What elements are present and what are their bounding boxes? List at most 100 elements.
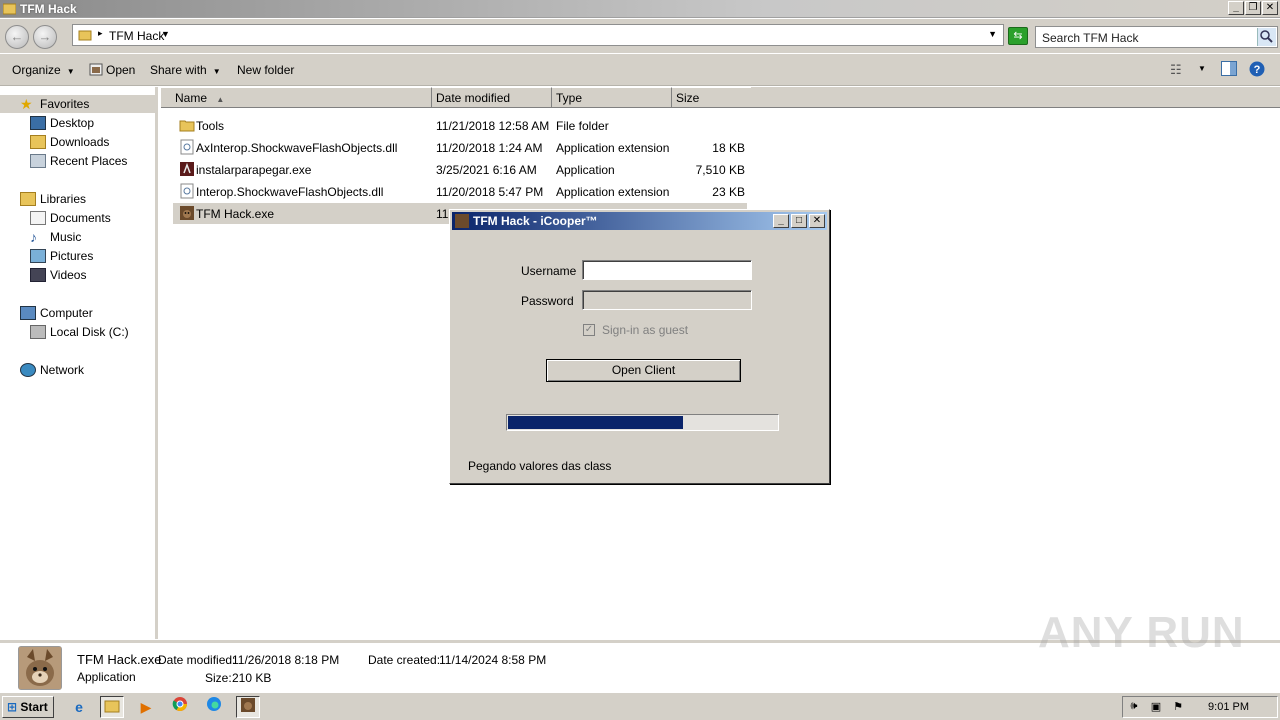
dialog-minimize-button[interactable]: _ [773, 214, 789, 228]
refresh-icon: ⇆ [1013, 30, 1023, 42]
svg-text:?: ? [1254, 64, 1261, 76]
file-name: TFM Hack.exe [196, 207, 275, 221]
password-field[interactable] [582, 290, 752, 310]
speaker-icon[interactable]: 🕪 [1127, 700, 1141, 714]
file-type: Application extension [556, 185, 670, 199]
guest-checkbox[interactable]: ✓ Sign-in as guest [583, 323, 688, 337]
minimize-button[interactable]: _ [1228, 1, 1244, 15]
share-with-button[interactable]: Share with ▼ [150, 63, 221, 77]
sidebar-item-videos[interactable]: Videos [30, 266, 86, 284]
sidebar-item-computer[interactable]: Computer [20, 304, 93, 322]
sidebar-item-label: Favorites [40, 97, 90, 111]
table-row[interactable]: instalarparapegar.exe 3/25/2021 6:16 AM … [173, 159, 747, 180]
taskbar-internet-explorer[interactable]: e [67, 696, 91, 718]
dialog-title: TFM Hack - iCooper™ [473, 214, 598, 228]
column-header-type[interactable]: Type [552, 87, 672, 108]
search-icon[interactable] [1257, 28, 1276, 46]
column-header-name[interactable]: Name ▲ [161, 87, 432, 108]
address-history-dropdown[interactable]: ▼ [988, 29, 997, 39]
folder-icon [3, 3, 16, 15]
open-client-button[interactable]: Open Client [546, 359, 741, 382]
chrome-icon [172, 697, 187, 711]
open-button[interactable]: Open [89, 63, 135, 77]
chevron-down-icon[interactable]: ▼ [161, 29, 170, 39]
breadcrumb-separator-icon[interactable]: ▸ [98, 28, 103, 39]
file-thumbnail [18, 646, 62, 690]
edge-icon [207, 697, 221, 711]
file-name: AxInterop.ShockwaveFlashObjects.dll [196, 141, 398, 155]
sidebar-item-music[interactable]: ♪ Music [30, 228, 81, 246]
clock[interactable]: 9:01 PM [1208, 701, 1249, 713]
sidebar-item-label: Documents [50, 211, 111, 225]
search-placeholder: Search TFM Hack [1042, 31, 1139, 45]
table-row[interactable]: Interop.ShockwaveFlashObjects.dll 11/20/… [173, 181, 747, 202]
sidebar-item-local-disk[interactable]: Local Disk (C:) [30, 323, 129, 341]
file-size: 7,510 KB [695, 163, 745, 177]
taskbar-edge[interactable] [202, 696, 226, 718]
media-player-icon: ▶ [140, 699, 152, 715]
sidebar-item-downloads[interactable]: Downloads [30, 133, 109, 151]
preview-pane-icon[interactable] [1221, 61, 1237, 79]
forward-button[interactable]: → [33, 25, 57, 49]
computer-icon [20, 306, 36, 320]
music-icon: ♪ [30, 229, 37, 245]
sidebar-item-recent-places[interactable]: Recent Places [30, 152, 127, 170]
progress-bar [506, 414, 779, 431]
organize-button[interactable]: Organize ▼ [12, 63, 75, 77]
new-folder-button[interactable]: New folder [237, 63, 294, 77]
dialog-maximize-button[interactable]: □ [791, 214, 807, 228]
sidebar-item-favorites[interactable]: ★ Favorites [0, 95, 156, 113]
sidebar-item-desktop[interactable]: Desktop [30, 114, 94, 132]
status-text: Pegando valores das class [468, 459, 612, 473]
taskbar-chrome[interactable] [168, 696, 192, 718]
folder-icon [78, 30, 92, 41]
chevron-down-icon[interactable]: ▼ [1198, 64, 1206, 73]
sidebar-item-network[interactable]: Network [20, 361, 84, 379]
star-icon: ★ [20, 96, 33, 112]
column-header-date-modified[interactable]: Date modified [432, 87, 552, 108]
dialog-close-button[interactable]: ✕ [809, 214, 825, 228]
breadcrumb-item[interactable]: TFM Hack [109, 29, 164, 43]
refresh-button[interactable]: ⇆ [1008, 27, 1028, 45]
column-header-size[interactable]: Size [672, 87, 752, 108]
detail-date-modified: 11/26/2018 8:18 PM [232, 653, 340, 667]
command-toolbar: Organize ▼ Open Share with ▼ New folder ☷ … [0, 54, 1280, 86]
file-date: 11/20/2018 5:47 PM [436, 185, 544, 199]
taskbar-media-player[interactable]: ▶ [134, 696, 158, 718]
view-options-icon[interactable]: ☷ [1170, 62, 1182, 78]
start-button[interactable]: ⊞ Start [2, 696, 54, 718]
column-header-label: Name [175, 91, 208, 105]
table-row[interactable]: AxInterop.ShockwaveFlashObjects.dll 11/2… [173, 137, 747, 158]
detail-size: 210 KB [232, 671, 272, 685]
mouse-character-icon [19, 647, 61, 689]
action-center-flag-icon[interactable]: ⚑ [1171, 700, 1185, 714]
search-input[interactable]: Search TFM Hack [1035, 26, 1278, 48]
address-input[interactable]: ▸ TFM Hack ▼ ▼ [72, 24, 1004, 46]
login-dialog: TFM Hack - iCooper™ _ □ ✕ Username Passw… [449, 209, 830, 484]
username-label: Username [521, 264, 577, 278]
dialog-titlebar[interactable]: TFM Hack - iCooper™ _ □ ✕ [452, 212, 827, 230]
username-field[interactable] [582, 260, 752, 280]
network-icon[interactable]: ▣ [1149, 700, 1163, 714]
detail-date-modified-label: Date modified: [158, 653, 236, 667]
sidebar-item-pictures[interactable]: Pictures [30, 247, 93, 265]
sidebar-item-label: Computer [40, 306, 93, 320]
sidebar-item-documents[interactable]: Documents [30, 209, 111, 227]
back-button[interactable]: ← [5, 25, 29, 49]
start-label: Start [20, 700, 48, 714]
taskbar-tfm-hack[interactable] [236, 696, 260, 718]
close-button[interactable]: ✕ [1262, 1, 1278, 15]
maximize-button[interactable]: ❐ [1245, 1, 1261, 15]
detail-filename: TFM Hack.exe [77, 652, 162, 667]
table-row[interactable]: Tools 11/21/2018 12:58 AM File folder [173, 115, 747, 136]
sidebar-item-label: Music [50, 230, 82, 244]
taskbar-explorer[interactable] [100, 696, 124, 718]
recent-places-icon [30, 154, 46, 168]
password-label: Password [521, 294, 574, 308]
sidebar-item-label: Network [40, 363, 85, 377]
help-icon[interactable]: ? [1249, 61, 1265, 80]
navigation-pane: ★ Favorites Desktop Downloads Recent Plac… [0, 87, 158, 639]
sidebar-item-libraries[interactable]: Libraries [20, 190, 86, 208]
disk-icon [30, 325, 46, 339]
chevron-down-icon: ▼ [212, 67, 221, 76]
